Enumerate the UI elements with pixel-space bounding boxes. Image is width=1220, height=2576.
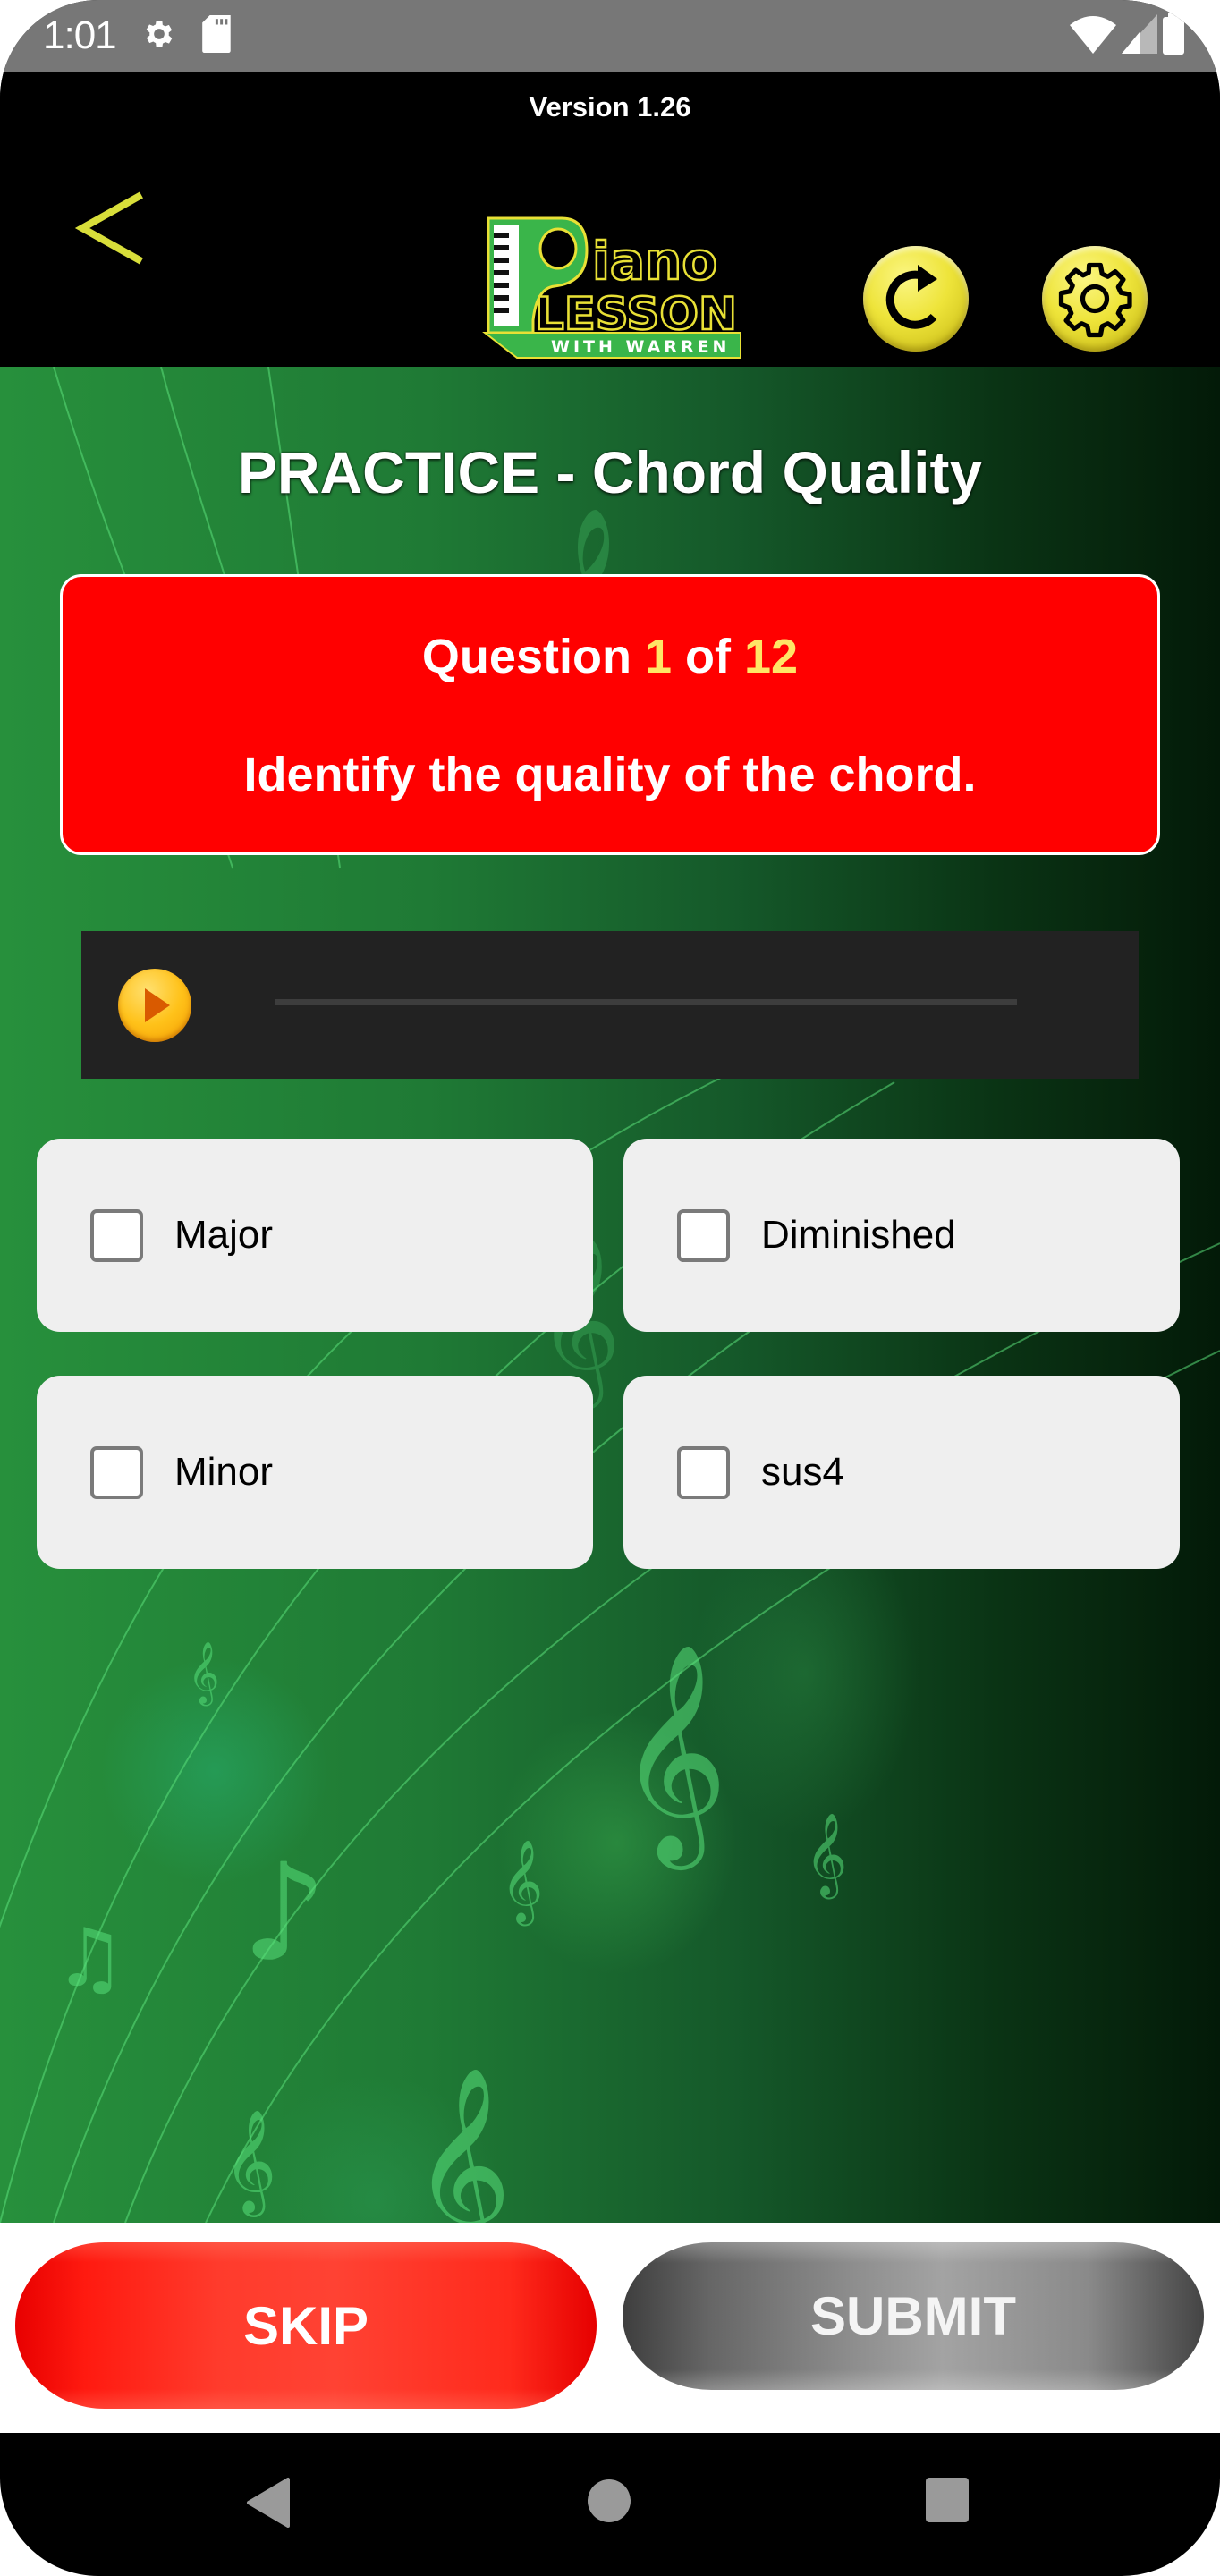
answer-option-major[interactable]: Major <box>37 1139 593 1332</box>
question-counter: Question 1 of 12 <box>63 629 1157 684</box>
svg-text:𝄞: 𝄞 <box>617 1641 728 1870</box>
question-current: 1 <box>644 630 672 683</box>
question-card: Question 1 of 12 Identify the quality of… <box>60 574 1160 855</box>
submit-button[interactable]: SUBMIT <box>623 2242 1204 2390</box>
question-of-label: of <box>685 630 731 683</box>
skip-button[interactable]: SKIP <box>15 2242 597 2409</box>
answer-checkbox[interactable] <box>90 1208 143 1262</box>
svg-text:𝄞: 𝄞 <box>411 2065 512 2223</box>
question-prompt: Identify the quality of the chord. <box>243 748 977 801</box>
nav-home-button[interactable] <box>586 2476 632 2530</box>
app-header: Version 1.26 iano LESSON WITH WARREN <box>0 72 1220 367</box>
answer-label: sus4 <box>761 1450 844 1494</box>
refresh-button[interactable] <box>863 246 969 352</box>
logo-text-with-warren: WITH WARREN <box>551 337 730 357</box>
nav-recents-button[interactable] <box>924 2476 970 2530</box>
app-logo: iano LESSON WITH WARREN <box>481 215 742 361</box>
answer-label: Minor <box>174 1450 274 1494</box>
wifi-icon <box>1070 14 1116 58</box>
practice-screen: 𝄞 𝄞 ♪ ♫ 𝄞 𝄞 𝄞 𝄞 𝄞 𝄞 PRACTICE - Chord Qua… <box>0 367 1220 2223</box>
status-time: 1:01 <box>43 13 117 57</box>
status-bar: 1:01 <box>0 0 1220 72</box>
refresh-icon <box>885 265 937 329</box>
gear-icon <box>1058 262 1132 338</box>
back-icon <box>247 2478 290 2528</box>
nav-back-button[interactable] <box>243 2476 293 2534</box>
svg-text:𝄞: 𝄞 <box>224 2108 276 2217</box>
answer-option-diminished[interactable]: Diminished <box>623 1139 1180 1332</box>
device-screen: 1:01 Version 1.26 iano LESSON WITH WARRE… <box>0 0 1220 2576</box>
signal-icon <box>1122 13 1157 58</box>
audio-player <box>81 931 1139 1079</box>
version-label: Version 1.26 <box>529 91 691 123</box>
answer-label: Diminished <box>761 1213 956 1257</box>
page-title: PRACTICE - Chord Quality <box>237 439 983 505</box>
settings-icon <box>141 16 177 56</box>
question-total: 12 <box>744 630 799 683</box>
sd-card-icon <box>201 14 233 57</box>
svg-text:𝄞: 𝄞 <box>805 1812 847 1899</box>
question-label: Question <box>421 630 631 683</box>
audio-progress-slider[interactable] <box>275 999 1017 1005</box>
answer-checkbox[interactable] <box>677 1445 730 1499</box>
answer-checkbox[interactable] <box>90 1445 143 1499</box>
battery-icon <box>1163 13 1184 59</box>
svg-text:♫: ♫ <box>54 1911 126 2005</box>
answer-checkbox[interactable] <box>677 1208 730 1262</box>
action-bar: SKIP SUBMIT <box>0 2223 1220 2433</box>
svg-text:𝄞: 𝄞 <box>501 1839 543 1926</box>
play-button[interactable] <box>118 969 191 1042</box>
answer-option-minor[interactable]: Minor <box>37 1376 593 1569</box>
back-button[interactable] <box>72 179 152 277</box>
answer-label: Major <box>174 1213 274 1257</box>
svg-text:♪: ♪ <box>241 1835 327 1991</box>
system-nav-bar <box>0 2433 1220 2576</box>
logo-text-piano: iano <box>592 231 717 292</box>
settings-button[interactable] <box>1042 246 1148 352</box>
answer-option-sus4[interactable]: sus4 <box>623 1376 1180 1569</box>
chevron-left-icon <box>74 191 143 265</box>
home-icon <box>588 2479 631 2522</box>
recents-icon <box>926 2478 969 2522</box>
svg-text:𝄞: 𝄞 <box>188 1641 219 1706</box>
